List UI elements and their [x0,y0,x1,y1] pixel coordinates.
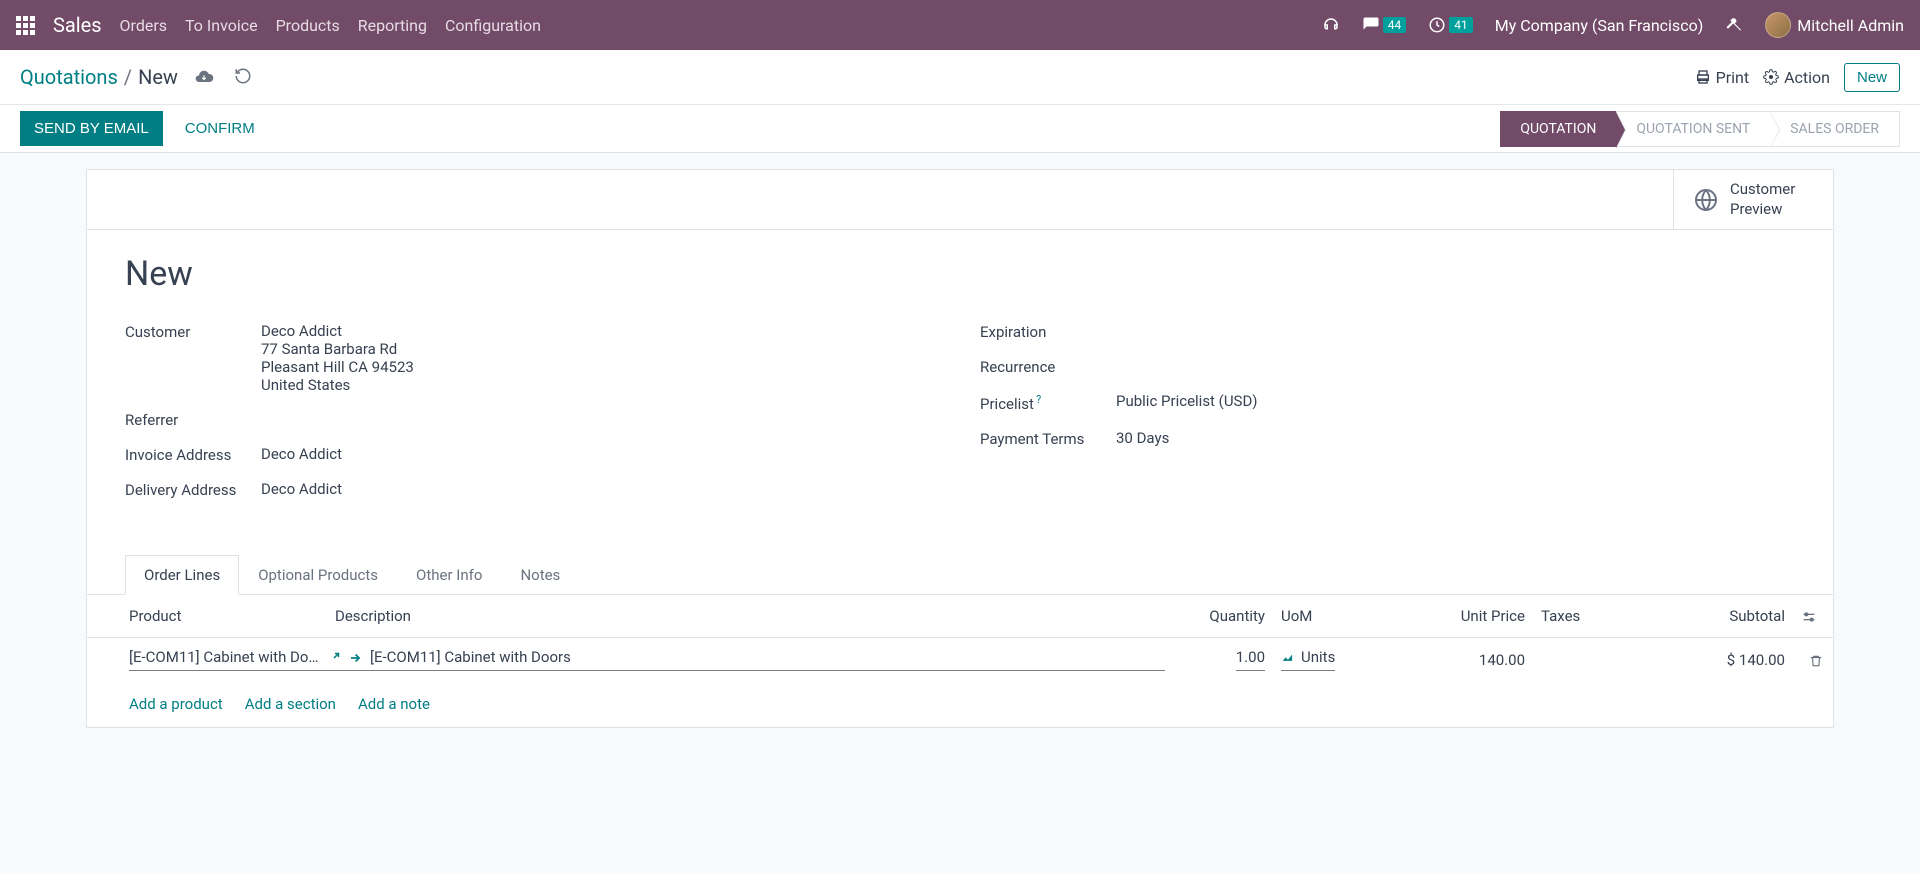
th-unit-price: Unit Price [1393,595,1533,638]
label-payment-terms: Payment Terms [980,429,1116,448]
th-taxes: Taxes [1533,595,1653,638]
subtotal-cell: $ 140.00 [1653,638,1793,682]
breadcrumb-current: New [138,65,178,89]
chart-icon [1281,648,1295,666]
th-subtotal: Subtotal [1653,595,1793,638]
th-product: Product [87,595,327,638]
new-button[interactable]: New [1844,63,1900,92]
nav-orders[interactable]: Orders [120,16,167,35]
external-link-icon[interactable] [328,648,340,666]
order-lines-table: Product Description Quantity UoM Unit Pr… [87,595,1833,681]
invoice-address-field[interactable]: Deco Addict [261,445,342,463]
add-product-link[interactable]: Add a product [129,695,223,713]
discard-icon[interactable] [234,67,252,87]
th-description: Description [327,595,1173,638]
stage-quotation[interactable]: QUOTATION [1500,111,1616,147]
messages-badge: 44 [1383,17,1407,33]
add-note-link[interactable]: Add a note [358,695,430,713]
label-pricelist: Pricelist? [980,392,1116,413]
company-selector[interactable]: My Company (San Francisco) [1495,16,1704,35]
action-button[interactable]: Action [1763,68,1830,87]
globe-icon [1694,187,1718,213]
form-sheet: Customer Preview New Customer Deco Addic… [86,169,1834,728]
nav-reporting[interactable]: Reporting [358,16,427,35]
label-customer: Customer [125,322,261,341]
stat-line2: Preview [1730,200,1795,220]
tab-optional-products[interactable]: Optional Products [239,555,397,595]
apps-icon[interactable] [16,16,35,35]
label-referrer: Referrer [125,410,261,429]
support-icon[interactable] [1322,16,1340,34]
confirm-button[interactable]: CONFIRM [171,111,269,146]
th-quantity: Quantity [1173,595,1273,638]
arrow-right-icon [348,648,362,666]
pricelist-field[interactable]: Public Pricelist (USD) [1116,392,1258,410]
activities-badge: 41 [1449,17,1473,33]
nav-products[interactable]: Products [276,16,340,35]
payment-terms-field[interactable]: 30 Days [1116,429,1169,447]
breadcrumb-root[interactable]: Quotations [20,65,118,89]
label-expiration: Expiration [980,322,1116,341]
description-cell[interactable]: [E-COM11] Cabinet with Doors [370,648,571,666]
th-settings[interactable] [1793,595,1833,638]
status-bar: SEND BY EMAIL CONFIRM QUOTATION QUOTATIO… [0,105,1920,153]
messages-icon[interactable]: 44 [1362,16,1407,34]
top-nav: Sales Orders To Invoice Products Reporti… [0,0,1920,50]
tools-icon[interactable] [1725,16,1743,34]
columns-icon[interactable] [1801,607,1817,625]
avatar [1765,12,1791,38]
customer-preview-button[interactable]: Customer Preview [1673,170,1833,229]
stage-quotation-sent[interactable]: QUOTATION SENT [1616,111,1770,147]
product-cell[interactable]: [E-COM11] Cabinet with Doors [E-COM11] C… [129,648,1165,671]
nav-to-invoice[interactable]: To Invoice [185,16,258,35]
stage-sales-order[interactable]: SALES ORDER [1770,111,1900,147]
status-stages: QUOTATION QUOTATION SENT SALES ORDER [1500,111,1900,147]
tab-order-lines[interactable]: Order Lines [125,555,239,595]
table-row[interactable]: [E-COM11] Cabinet with Doors [E-COM11] C… [87,638,1833,682]
user-menu[interactable]: Mitchell Admin [1765,12,1904,38]
send-by-email-button[interactable]: SEND BY EMAIL [20,111,163,146]
tab-notes[interactable]: Notes [501,555,579,595]
trash-icon[interactable] [1809,651,1823,669]
unit-price-cell[interactable]: 140.00 [1393,638,1533,682]
tabs: Order Lines Optional Products Other Info… [87,555,1833,595]
cloud-save-icon[interactable] [194,67,214,87]
breadcrumb-bar: Quotations / New Print Action New [0,50,1920,105]
label-recurrence: Recurrence [980,357,1116,376]
tab-other-info[interactable]: Other Info [397,555,501,595]
page-title: New [125,254,1795,294]
stat-line1: Customer [1730,180,1795,200]
delivery-address-field[interactable]: Deco Addict [261,480,342,498]
customer-field[interactable]: Deco Addict 77 Santa Barbara Rd Pleasant… [261,322,414,394]
taxes-cell[interactable] [1533,638,1653,682]
label-delivery-address: Delivery Address [125,480,261,499]
add-section-link[interactable]: Add a section [245,695,336,713]
user-name: Mitchell Admin [1797,16,1904,35]
th-uom: UoM [1273,595,1393,638]
activities-icon[interactable]: 41 [1428,16,1473,34]
app-brand[interactable]: Sales [53,13,102,37]
nav-configuration[interactable]: Configuration [445,16,541,35]
label-invoice-address: Invoice Address [125,445,261,464]
print-button[interactable]: Print [1695,68,1749,87]
quantity-cell[interactable]: 1.00 [1236,648,1265,671]
help-icon[interactable]: ? [1036,393,1041,406]
breadcrumb-sep: / [124,65,132,89]
uom-cell[interactable]: Units [1281,648,1335,671]
